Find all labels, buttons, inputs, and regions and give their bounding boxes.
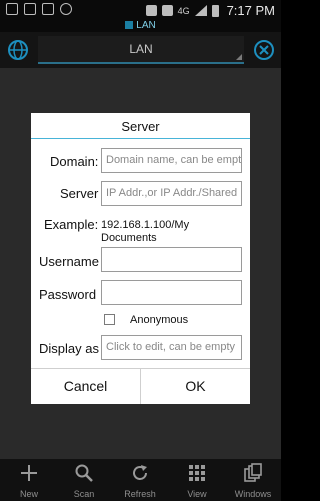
toolbar-view-label: View (187, 489, 207, 499)
search-icon (75, 464, 93, 482)
dropdown-corner-icon (236, 54, 242, 60)
server-input[interactable]: IP Addr.,or IP Addr./Shared (101, 181, 242, 206)
mute-icon (145, 5, 157, 16)
signal-icon (194, 5, 207, 16)
notification-icons (6, 3, 72, 15)
server-dialog: Server Domain: Domain name, can be empty… (31, 113, 250, 404)
status-bar: 4G 7:17 PM (0, 0, 281, 20)
clock: 7:17 PM (226, 3, 275, 18)
camera-icon (42, 3, 54, 15)
battery-icon (211, 4, 219, 17)
toolbar-refresh-label: Refresh (124, 489, 156, 499)
grid-icon (189, 465, 205, 481)
refresh-icon (133, 465, 147, 480)
app-tab-label: LAN (136, 20, 156, 31)
location-dropdown[interactable]: LAN (38, 36, 244, 64)
action-bar: LAN (0, 32, 281, 69)
example-value-line1: 192.168.1.100/My (101, 219, 190, 231)
network-type: 4G (177, 5, 190, 16)
cancel-button[interactable]: Cancel (31, 369, 140, 404)
ok-button[interactable]: OK (141, 369, 250, 404)
gallery-icon (6, 3, 18, 15)
dialog-title: Server (121, 119, 160, 134)
plus-icon (21, 465, 37, 481)
toolbar-new-label: New (19, 489, 38, 499)
example-value-line2: Documents (101, 232, 157, 244)
toolbar-scan[interactable]: Scan (63, 459, 105, 501)
password-input[interactable] (101, 280, 242, 305)
display-as-input[interactable]: Click to edit, can be empty (101, 335, 242, 360)
globe-icon[interactable] (6, 38, 30, 62)
domain-input[interactable]: Domain name, can be empty (101, 148, 242, 173)
toolbar-view[interactable]: View (176, 459, 218, 501)
server-label: Server (60, 186, 99, 201)
username-input[interactable] (101, 247, 242, 272)
system-icons: 4G 7:17 PM (145, 3, 275, 18)
example-label: Example: (44, 217, 99, 232)
domain-label: Domain: (50, 154, 99, 169)
anonymous-label: Anonymous (130, 314, 189, 326)
username-label: Username (39, 254, 99, 269)
dialog-buttons: Cancel OK (31, 368, 250, 404)
voicemail-icon (24, 3, 36, 15)
location-title: LAN (129, 42, 153, 56)
password-label: Password (39, 287, 97, 302)
windows-icon (244, 463, 262, 482)
toolbar-new[interactable]: New (8, 459, 50, 501)
close-icon[interactable] (253, 39, 275, 61)
title-divider (31, 138, 250, 139)
app-tab: LAN (0, 20, 281, 32)
toolbar-refresh[interactable]: Refresh (118, 459, 162, 501)
toolbar-windows[interactable]: Windows (228, 459, 278, 501)
chat-icon (60, 3, 72, 15)
bottom-toolbar: New Scan Refresh View Windows (0, 458, 281, 501)
toolbar-scan-label: Scan (73, 489, 95, 499)
lan-tab-icon (125, 21, 134, 29)
anonymous-checkbox[interactable] (104, 314, 115, 325)
toolbar-windows-label: Windows (234, 489, 272, 499)
wifi-icon (161, 5, 173, 16)
display-as-label: Display as (39, 341, 99, 356)
